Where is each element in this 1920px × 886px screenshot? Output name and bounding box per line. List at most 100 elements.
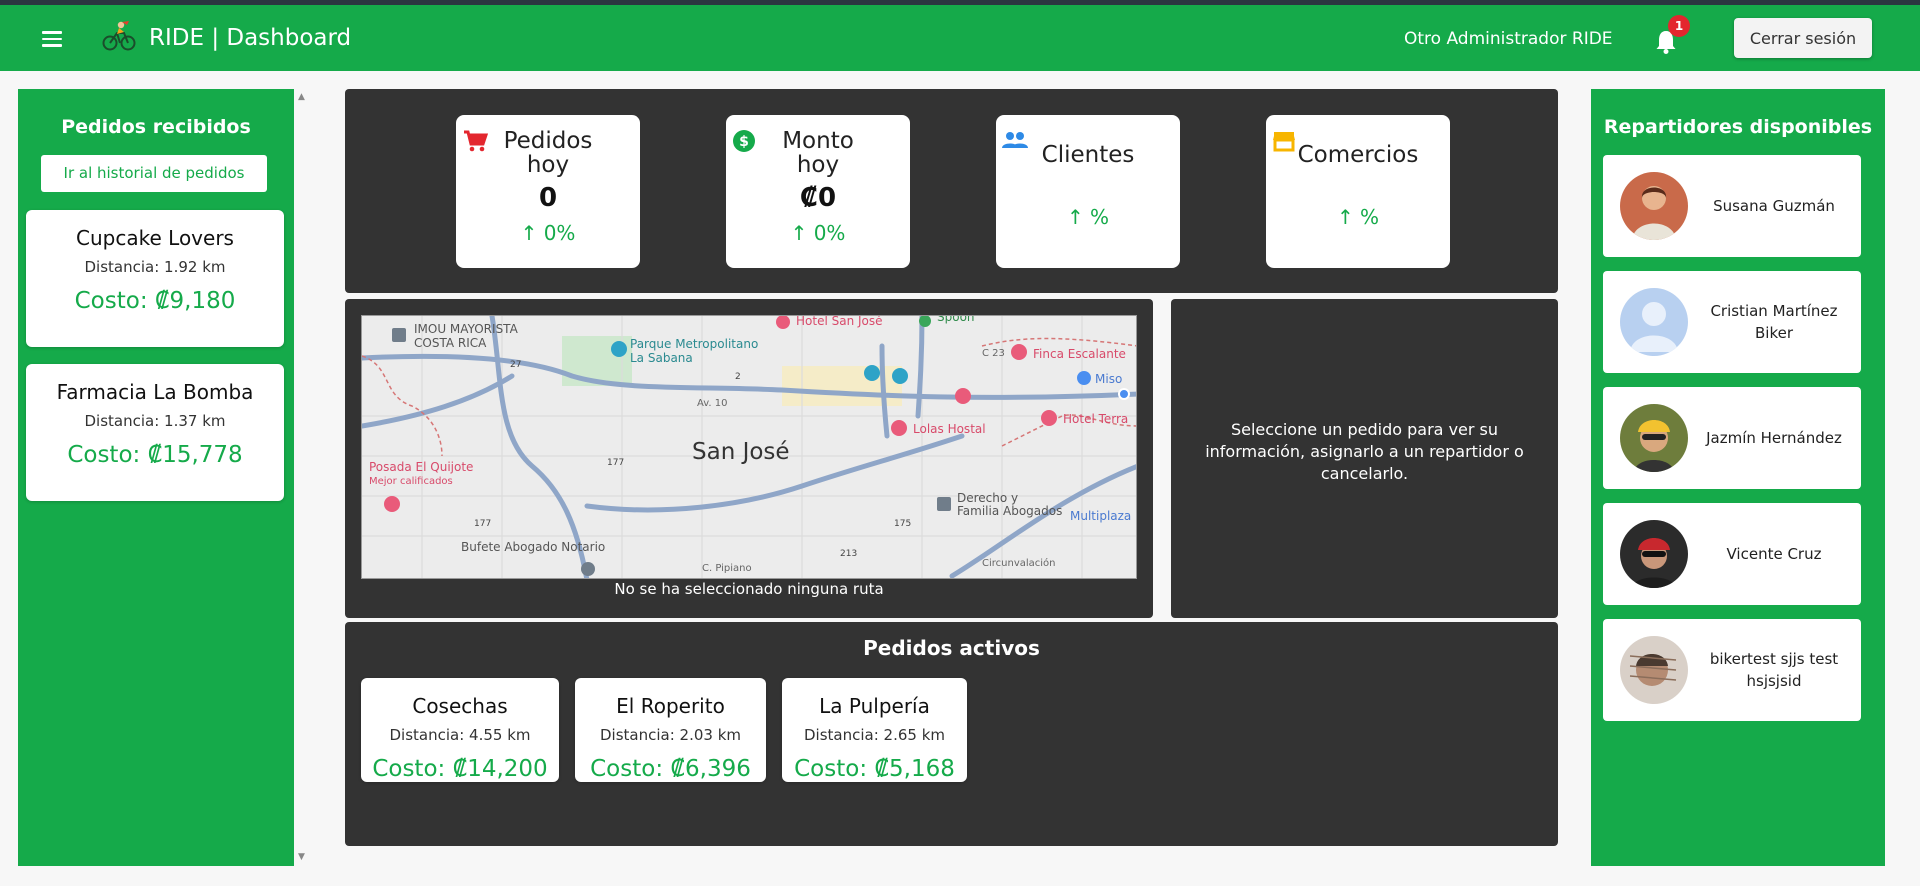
active-orders-title: Pedidos activos [863,636,1040,660]
avatar [1620,520,1688,588]
map-label: Mejor calificados [369,476,453,487]
map-route-shield: 2 [735,372,741,382]
hamburger-menu-icon[interactable] [42,31,62,47]
stat-title: Comercios [1297,142,1419,168]
avatar [1620,172,1688,240]
order-cost: Costo: ₡14,200 [372,756,548,782]
courier-name: Vicente Cruz [1726,545,1822,563]
active-order-card[interactable]: Cosechas Distancia: 4.55 km Costo: ₡14,2… [361,678,559,782]
map-label: Posada El Quijote [369,460,473,474]
courier-card[interactable]: Susana Guzmán [1603,155,1861,257]
default-avatar-icon [1620,288,1688,356]
available-couriers-title: Repartidores disponibles [1603,116,1873,138]
received-orders-title: Pedidos recibidos [61,116,251,138]
available-couriers-panel: Repartidores disponibles Susana Guzmán C… [1591,89,1885,866]
courier-card[interactable]: Cristian Martínez Biker [1603,271,1861,373]
route-map[interactable]: IMOU MAYORISTA COSTA RICA Parque Metropo… [361,315,1137,579]
map-label: Hotel San José [796,316,883,328]
courier-name: Jazmín Hernández [1706,429,1842,447]
order-info-text: Seleccione un pedido para ver su informa… [1205,420,1524,483]
active-orders-panel: Pedidos activos Cosechas Distancia: 4.55… [345,622,1558,846]
stat-title-line1: Pedidos [503,128,593,154]
map-label: Miso [1095,372,1122,386]
map-route-shield: 213 [840,549,857,559]
order-history-button[interactable]: Ir al historial de pedidos [41,155,267,192]
stat-title-line2: hoy [526,152,570,178]
avatar [1620,636,1688,704]
avatar [1620,404,1688,472]
order-name: La Pulpería [819,694,930,718]
order-name: Cupcake Lovers [76,226,234,250]
order-cost: Costo: ₡5,168 [794,756,955,782]
order-distance: Distancia: 2.65 km [803,726,945,744]
stat-value: ₡0 [799,183,837,213]
map-caption: No se ha seleccionado ninguna ruta [614,580,884,598]
stat-change: ↑ 0% [520,221,576,245]
order-cost: Costo: ₡6,396 [590,756,751,782]
map-route-shield: 177 [607,458,624,468]
order-cost: Costo: ₡9,180 [74,288,236,314]
courier-name: Cristian Martínez Biker [1710,302,1838,342]
map-route-shield: 27 [510,360,521,370]
map-label: La Sabana [630,351,693,365]
logout-button[interactable]: Cerrar sesión [1734,18,1872,58]
stat-change: ↑ % [1066,205,1110,229]
order-cost: Costo: ₡15,778 [67,442,243,468]
courier-name: Susana Guzmán [1713,197,1835,215]
order-distance: Distancia: 1.37 km [84,412,226,430]
scroll-down-arrow-icon[interactable]: ▼ [298,852,305,862]
stat-card-orders-today: Pedidos hoy 0 ↑ 0% [456,115,640,268]
map-label: Hotel Terra [1063,412,1128,426]
order-distance: Distancia: 1.92 km [84,258,226,276]
courier-card[interactable]: Vicente Cruz [1603,503,1861,605]
map-panel: IMOU MAYORISTA COSTA RICA Parque Metropo… [345,299,1153,618]
active-order-card[interactable]: La Pulpería Distancia: 2.65 km Costo: ₡5… [782,678,967,782]
order-distance: Distancia: 2.03 km [599,726,741,744]
stat-card-clients: Clientes ↑ % [996,115,1180,268]
courier-card[interactable]: Jazmín Hernández [1603,387,1861,489]
notification-badge: 1 [1668,15,1690,37]
order-distance: Distancia: 4.55 km [389,726,531,744]
map-label: Spoon [937,316,975,324]
map-label: Familia Abogados [957,504,1062,518]
app-title: RIDE | Dashboard [149,25,352,51]
ride-logo-icon [102,21,136,51]
map-label: C 23 [982,348,1005,359]
map-route-shield: 175 [894,519,911,529]
admin-name: Otro Administrador RIDE [1404,29,1613,49]
order-name: Farmacia La Bomba [56,380,254,404]
received-order-card[interactable]: Farmacia La Bomba Distancia: 1.37 km Cos… [26,364,284,501]
map-label: Bufete Abogado Notario [461,540,605,554]
stat-value: 0 [538,183,558,213]
stat-change: ↑ 0% [790,221,846,245]
map-label: IMOU MAYORISTA [414,322,519,336]
map-label: Parque Metropolitano [630,337,758,351]
courier-name: bikertest sjjs test hsjsjsid [1709,650,1839,690]
stats-panel: Pedidos hoy 0 ↑ 0% $ Monto hoy ₡0 ↑ 0% C… [345,89,1558,293]
app-bar: RIDE | Dashboard Otro Administrador RIDE… [0,5,1920,71]
courier-card[interactable]: bikertest sjjs test hsjsjsid [1603,619,1861,721]
map-route-shield: 177 [474,519,491,529]
active-order-card[interactable]: El Roperito Distancia: 2.03 km Costo: ₡6… [575,678,766,782]
stat-title-line2: hoy [796,152,840,178]
stat-change: ↑ % [1336,205,1380,229]
stat-title: Clientes [1041,142,1135,168]
stat-card-amount-today: $ Monto hoy ₡0 ↑ 0% [726,115,910,268]
map-label: Lolas Hostal [913,422,986,436]
scroll-up-arrow-icon[interactable]: ▲ [298,92,305,102]
map-label: C. Pipiano [702,563,752,574]
map-label: Av. 10 [697,398,727,409]
map-label: Derecho y [957,491,1018,505]
received-orders-panel: Pedidos recibidos Ir al historial de ped… [18,89,294,866]
map-city-label: San José [692,439,790,465]
map-canvas: IMOU MAYORISTA COSTA RICA Parque Metropo… [362,316,1136,578]
stat-card-businesses: Comercios ↑ % [1266,115,1450,268]
map-label: COSTA RICA [414,336,487,350]
map-label: Finca Escalante [1033,347,1126,361]
order-name: Cosechas [412,694,508,718]
order-info-panel: Seleccione un pedido para ver su informa… [1171,299,1558,618]
map-label: Multiplaza [1070,509,1131,523]
order-name: El Roperito [616,694,725,718]
map-label: Circunvalación [982,557,1056,569]
received-order-card[interactable]: Cupcake Lovers Distancia: 1.92 km Costo:… [26,210,284,347]
